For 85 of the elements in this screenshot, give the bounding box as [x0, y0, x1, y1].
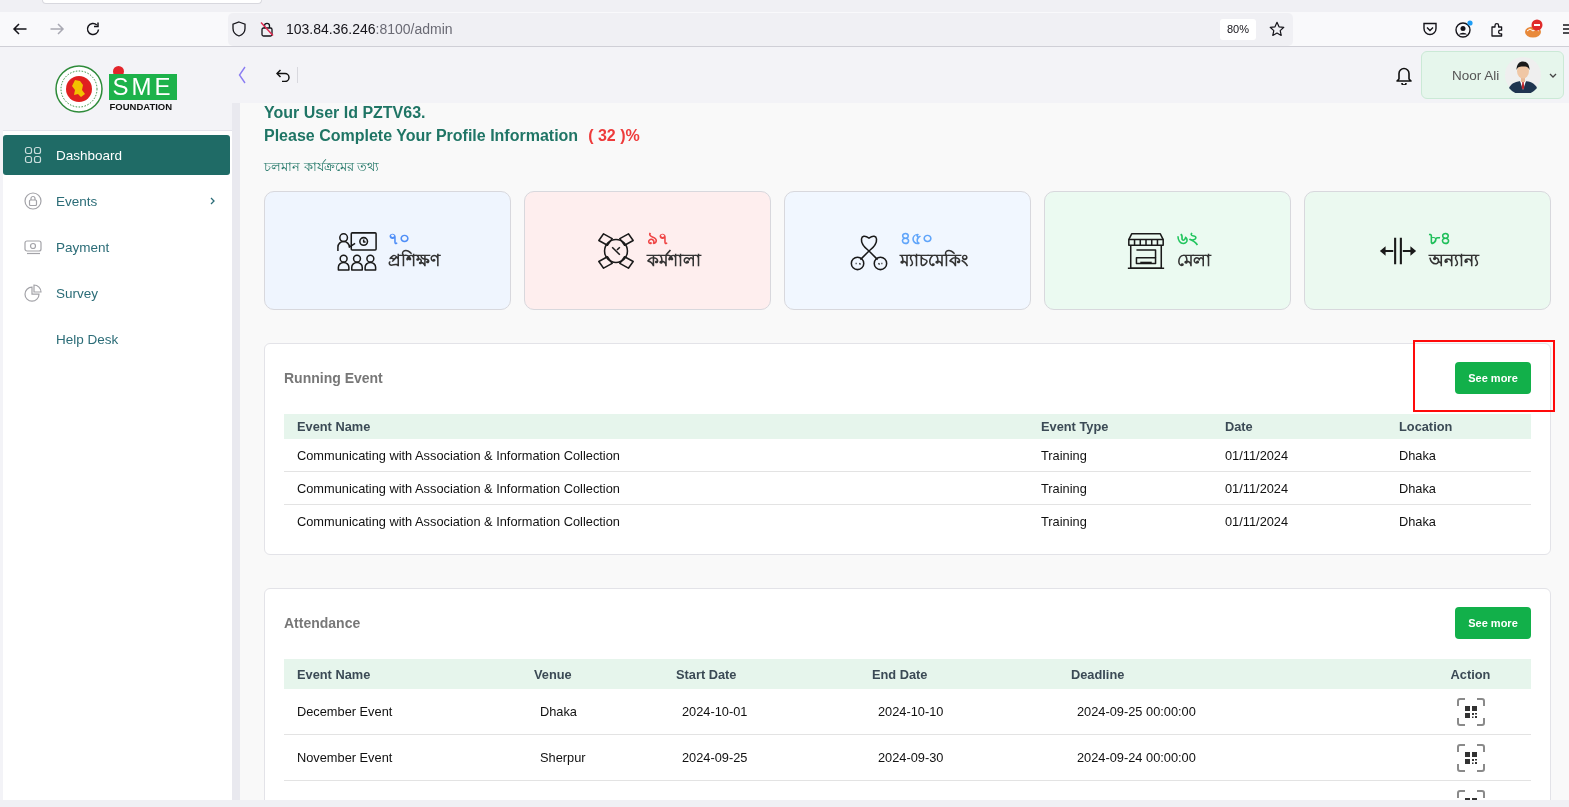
table-cell: 01/11/2024 — [1212, 439, 1386, 472]
chevron-left-icon[interactable] — [238, 66, 246, 84]
brand-tagline: FOUNDATION — [109, 100, 173, 112]
table-cell: Dhaka — [1386, 439, 1531, 472]
column-header: Start Date — [663, 659, 859, 689]
zoom-level-button[interactable]: 80% — [1219, 18, 1256, 40]
stat-card[interactable]: ৮৪ অন্যান্য — [1304, 191, 1551, 310]
chevron-shield-icon[interactable] — [1422, 21, 1438, 37]
addon-badge-icon[interactable] — [1524, 19, 1544, 39]
table-cell: December Event — [284, 689, 521, 735]
column-header: Event Name — [284, 414, 1028, 439]
stat-card[interactable]: ৯৭ কর্মশালা — [524, 191, 771, 310]
table-cell: Dhaka — [1386, 471, 1531, 505]
lock-icon — [24, 192, 42, 210]
user-menu-button[interactable]: Noor Ali — [1421, 51, 1564, 99]
column-header: Event Name — [284, 659, 521, 689]
table-cell: Communicating with Association & Information Collection — [284, 439, 1028, 472]
table-cell: Training — [1028, 439, 1212, 472]
insecure-lock-icon[interactable] — [260, 21, 274, 37]
table-cell: 01/11/2024 — [1212, 471, 1386, 505]
column-header: Location — [1386, 414, 1531, 439]
emblem-icon — [55, 64, 104, 113]
qr-scan-icon[interactable] — [1455, 742, 1486, 773]
table-cell: Communicating with Association & Information Collection — [284, 471, 1028, 505]
column-header: Event Type — [1028, 414, 1212, 439]
stat-label: অন্যান্য — [1428, 250, 1479, 272]
chevron-down-icon — [1549, 72, 1558, 78]
bell-icon[interactable] — [1396, 65, 1412, 85]
panel-title: Attendance — [284, 615, 361, 631]
stat-count: ৮৪ — [1428, 228, 1451, 249]
stat-card[interactable]: ৪৫০ ম্যাচমেকিং — [784, 191, 1031, 310]
table-cell: November Event — [284, 734, 521, 781]
column-header: Date — [1212, 414, 1386, 439]
column-header: Action — [1410, 659, 1531, 689]
menu-icon[interactable] — [1562, 22, 1569, 36]
user-id-text: Your User Id PZTV63. — [264, 104, 427, 122]
profile-prompt: Please Complete Your Profile Information — [264, 127, 579, 144]
stat-count: ৬২ — [1176, 228, 1199, 249]
table-cell: 01/11/2024 — [1212, 504, 1386, 537]
panel-title: Running Event — [284, 370, 383, 386]
column-header: Venue — [521, 659, 663, 689]
undo-icon[interactable] — [276, 68, 290, 82]
stat-label: প্রশিক্ষণ — [387, 249, 440, 272]
table-cell: 2024-10-01 — [663, 689, 859, 735]
completion-percent: ( 32 )% — [588, 127, 640, 144]
shield-icon[interactable] — [232, 21, 246, 37]
qr-scan-icon[interactable] — [1455, 696, 1486, 727]
pie-chart-icon — [24, 284, 42, 302]
stat-count: ৯৭ — [646, 228, 669, 249]
reload-icon[interactable] — [85, 21, 101, 37]
classroom-icon — [335, 229, 378, 272]
table-cell: 2024-09-24 00:00:00 — [1058, 734, 1410, 781]
address-bar[interactable]: 103.84.36.246:8100/admin 80% — [228, 12, 1293, 46]
table-cell: Dhaka — [521, 689, 663, 735]
sidebar-item[interactable]: Events — [3, 181, 230, 221]
stat-count: ৭০ — [387, 228, 410, 249]
table-cell: 2024-09-25 — [663, 734, 859, 781]
column-header: Deadline — [1058, 659, 1410, 689]
account-icon[interactable] — [1455, 20, 1473, 38]
stat-label: ম্যাচমেকিং — [899, 249, 968, 272]
stat-card[interactable]: ৬২ মেলা — [1044, 191, 1291, 310]
table-cell: Training — [1028, 471, 1212, 505]
sidebar-item[interactable]: Dashboard — [3, 135, 230, 175]
stat-card[interactable]: ৭০ প্রশিক্ষণ — [264, 191, 511, 310]
table-cell: Sherpur — [521, 734, 663, 781]
sidebar-item[interactable]: Survey — [3, 273, 230, 313]
sidebar-item[interactable]: Payment — [3, 227, 230, 267]
stat-count: ৪৫০ — [899, 228, 933, 249]
stat-label: কর্মশালা — [646, 249, 701, 272]
table-cell: Dhaka — [1386, 504, 1531, 537]
brand-name: SME — [109, 73, 177, 100]
stat-label: মেলা — [1176, 250, 1211, 272]
table-cell: 2024-09-30 — [859, 734, 1058, 781]
table-cell: 2024-09-25 00:00:00 — [1058, 689, 1410, 735]
back-icon[interactable] — [12, 21, 28, 37]
banknote-icon — [24, 238, 42, 256]
sidebar-item[interactable]: Help Desk — [3, 319, 230, 359]
avatar-icon — [1505, 57, 1542, 93]
grid-icon — [24, 146, 42, 164]
column-header: End Date — [859, 659, 1058, 689]
table-cell: Training — [1028, 504, 1212, 537]
table-cell: Communicating with Association & Information Collection — [284, 504, 1028, 537]
star-icon[interactable] — [1269, 21, 1285, 37]
section-title: চলমান কার্যক্রমের তথ্য — [264, 158, 381, 176]
table-cell: 2024-10-10 — [859, 689, 1058, 735]
